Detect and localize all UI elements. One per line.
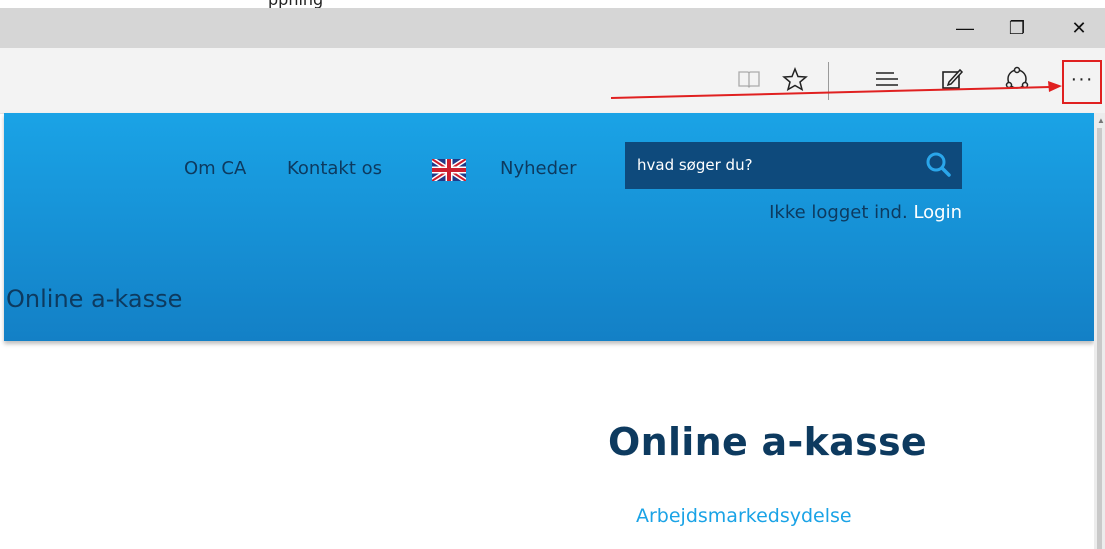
page-title: Online a-kasse: [608, 420, 927, 464]
close-icon: ✕: [1071, 17, 1087, 38]
uk-flag-icon[interactable]: [432, 159, 466, 181]
login-status-text: Ikke logget ind.: [769, 202, 908, 223]
login-status-line: Ikke logget ind. Login: [769, 202, 962, 223]
browser-titlebar: [0, 8, 1105, 48]
web-note-icon: [942, 68, 964, 89]
share-icon: [1005, 66, 1029, 89]
close-button[interactable]: ✕: [1055, 8, 1103, 48]
restore-button[interactable]: ❐: [993, 8, 1041, 48]
scrollbar-thumb[interactable]: [1097, 128, 1102, 549]
nav-kontakt[interactable]: Kontakt os: [287, 158, 382, 179]
share-button[interactable]: [1000, 62, 1034, 96]
hub-icon: [876, 72, 898, 86]
toolbar-separator: [828, 62, 829, 100]
search-icon[interactable]: [924, 150, 952, 178]
header-title: Online a-kasse: [6, 285, 183, 313]
arbejdsmarkedsydelse-link[interactable]: Arbejdsmarkedsydelse: [636, 505, 852, 527]
login-link[interactable]: Login: [913, 202, 962, 223]
reading-view-button[interactable]: [732, 62, 766, 96]
minimize-icon: —: [956, 17, 974, 38]
nav-nyheder[interactable]: Nyheder: [500, 158, 577, 179]
restore-icon: ❐: [1008, 17, 1026, 38]
top-strip: [0, 0, 1105, 8]
reading-view-icon: [738, 71, 760, 88]
web-note-button[interactable]: [935, 62, 969, 96]
search-box: [625, 142, 962, 189]
scroll-up-arrow-icon[interactable]: ▲: [1097, 116, 1105, 125]
nav-om-ca[interactable]: Om CA: [184, 158, 246, 179]
favorites-button[interactable]: [778, 62, 812, 96]
hub-button[interactable]: [870, 62, 904, 96]
minimize-button[interactable]: —: [941, 8, 989, 48]
highlight-box: [1062, 60, 1102, 104]
search-input[interactable]: [635, 155, 909, 175]
favorite-star-icon: [782, 67, 808, 91]
